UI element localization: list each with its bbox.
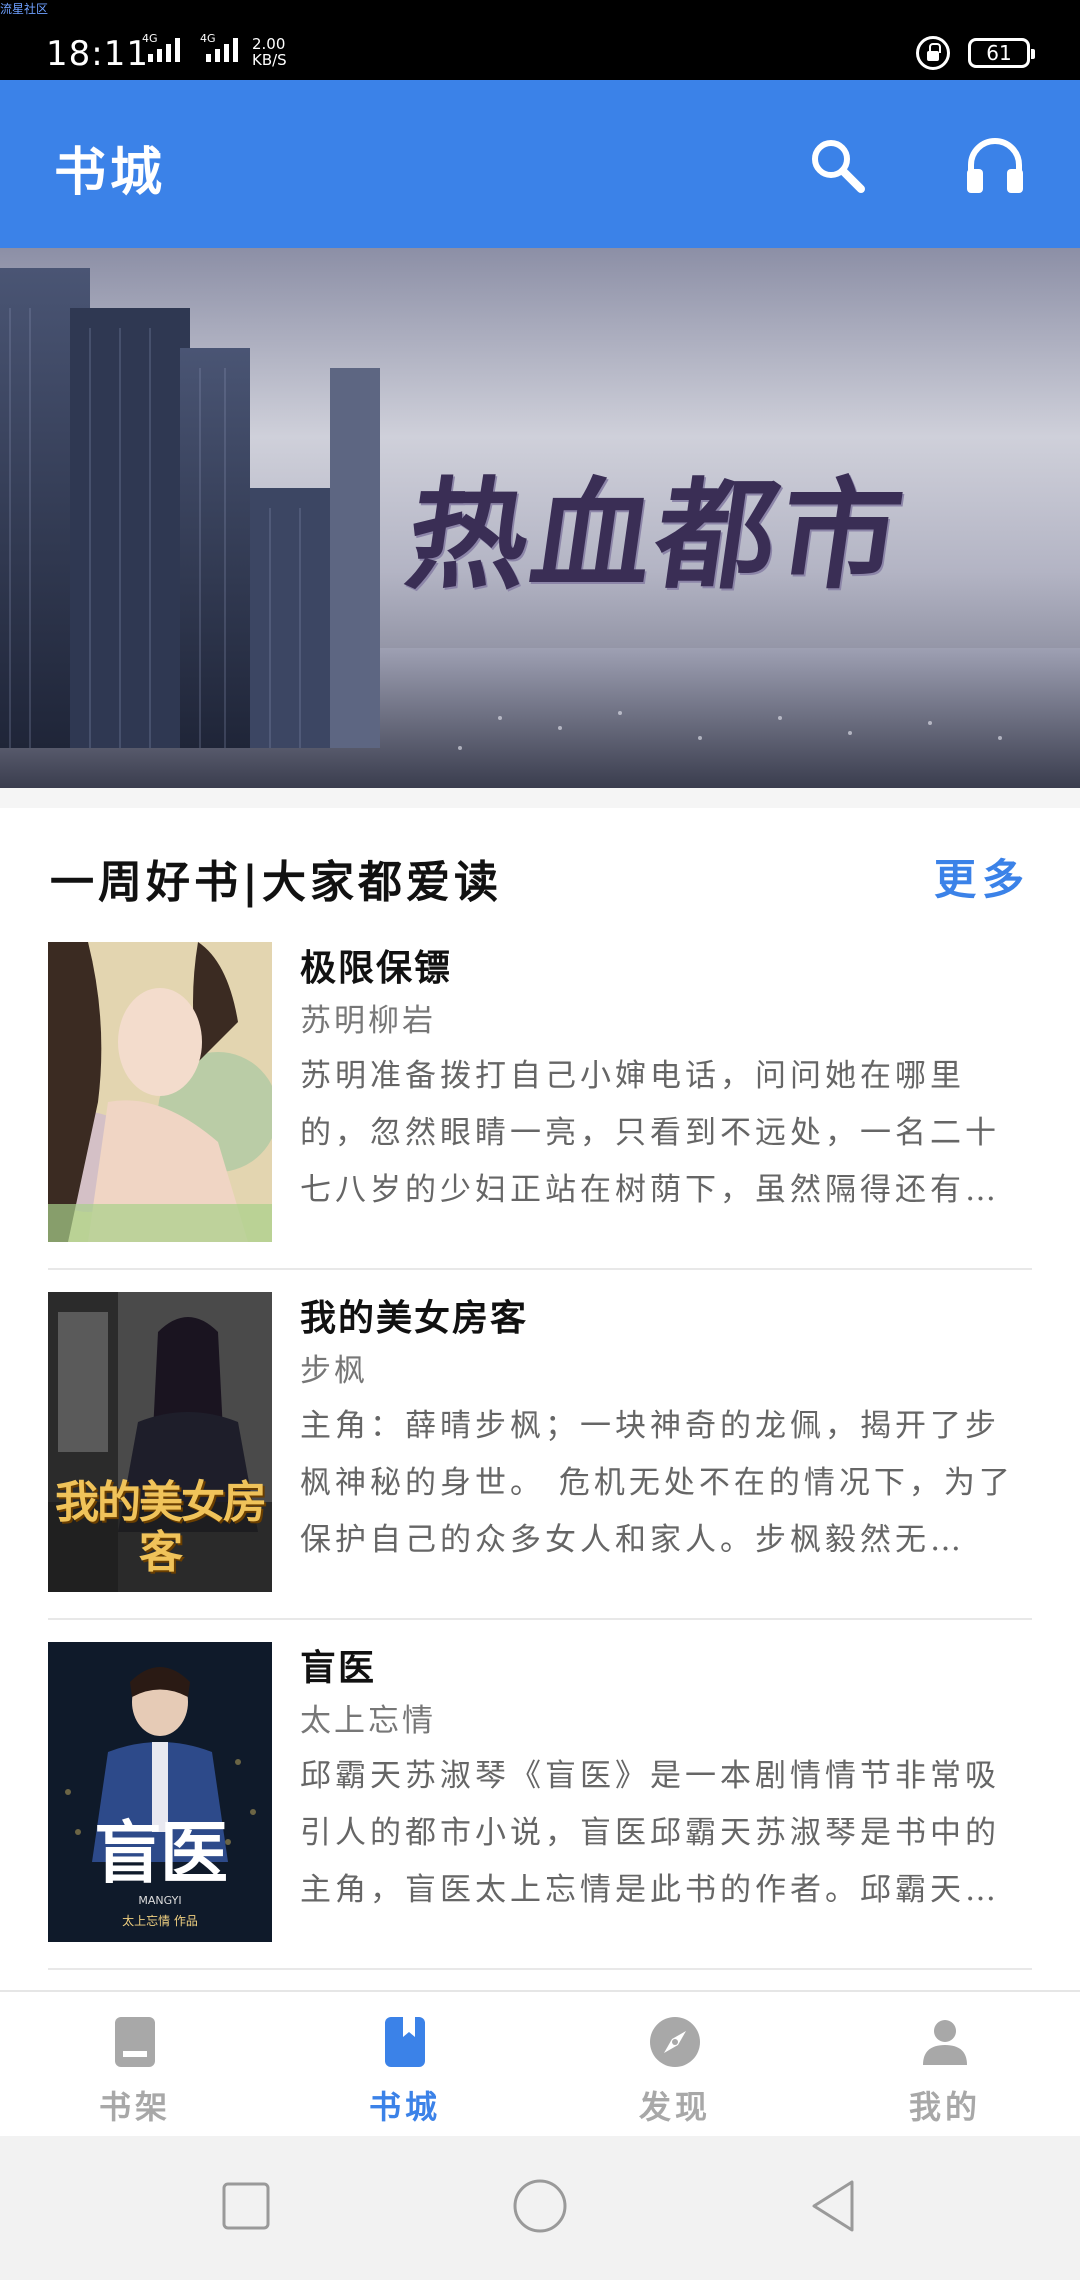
book-description: 邱霸天苏淑琴《盲医》是一本剧情情节非常吸引人的都市小说，盲医邱霸天苏淑琴是书中的… bbox=[300, 1758, 1000, 1908]
network-speed-unit: KB/S bbox=[252, 51, 287, 69]
book-cover-title: 盲医 bbox=[93, 1814, 228, 1894]
book-author: 苏明柳岩 bbox=[300, 1003, 436, 1039]
book-info: 我的美女房客 步枫 主角：薛晴步枫；一块神奇的龙佩，揭开了步枫神秘的身世。 危机… bbox=[300, 1292, 1032, 1569]
rotation-lock-icon bbox=[916, 36, 950, 70]
person-icon bbox=[923, 2020, 967, 2065]
book-author: 太上忘情 bbox=[300, 1703, 436, 1739]
tab-bookshelf[interactable]: 书架 bbox=[0, 1992, 270, 2136]
recents-button[interactable] bbox=[216, 2176, 276, 2236]
book-cover-image bbox=[48, 942, 272, 1242]
book-author: 步枫 bbox=[300, 1353, 368, 1389]
bottom-tab-bar: 书架 书城 发现 我的 bbox=[0, 1990, 1080, 2136]
tab-label: 发现 bbox=[638, 2088, 711, 2126]
status-bar: 流星社区 18:11 4G 4G 2.00 KB/S 61 bbox=[0, 0, 1080, 80]
compass-icon bbox=[650, 2017, 700, 2067]
home-button[interactable] bbox=[510, 2176, 570, 2236]
bookshelf-icon bbox=[115, 2017, 155, 2067]
section-header: 一周好书|大家都爱读 更多 bbox=[50, 836, 1030, 908]
weekly-recommendations: 一周好书|大家都爱读 更多 极限保镖 苏明柳岩 苏明准备拨打自己小婶电话，问问她… bbox=[0, 808, 1080, 1990]
book-title: 我的美女房客 bbox=[300, 1297, 529, 1339]
book-cover: 盲医 MANGYI 太上忘情 作品 bbox=[48, 1642, 272, 1942]
search-button[interactable] bbox=[802, 130, 872, 200]
book-cover bbox=[48, 942, 272, 1242]
tab-profile[interactable]: 我的 bbox=[810, 1992, 1080, 2136]
book-item[interactable]: 盲医 MANGYI 太上忘情 作品 盲医 太上忘情 邱霸天苏淑琴《盲医》是一本剧… bbox=[48, 1620, 1032, 1970]
status-right: 61 bbox=[916, 36, 1035, 70]
network-speed-value: 2.00 bbox=[252, 35, 286, 53]
book-item[interactable]: 我的美女房客 我的美女房客 步枫 主角：薛晴步枫；一块神奇的龙佩，揭开了步枫神秘… bbox=[48, 1270, 1032, 1620]
audiobook-button[interactable] bbox=[960, 130, 1030, 200]
book-info: 极限保镖 苏明柳岩 苏明准备拨打自己小婶电话，问问她在哪里的，忽然眼睛一亮，只看… bbox=[300, 942, 1032, 1219]
circle-icon bbox=[513, 2179, 567, 2233]
tab-label: 书架 bbox=[98, 2088, 171, 2126]
signal-icon-2: 4G bbox=[200, 32, 238, 62]
tab-label: 书城 bbox=[368, 2088, 441, 2126]
signal-icon-1: 4G bbox=[142, 32, 180, 62]
book-cover-title: 我的美女房客 bbox=[55, 1477, 267, 1578]
book-title: 极限保镖 bbox=[300, 947, 453, 989]
page-title: 书城 bbox=[54, 142, 167, 203]
battery-level: 61 bbox=[986, 41, 1012, 65]
status-watermark: 流星社区 bbox=[0, 2, 49, 16]
back-button[interactable] bbox=[804, 2176, 864, 2236]
book-description: 主角：薛晴步枫；一块神奇的龙佩，揭开了步枫神秘的身世。 危机无处不在的情况下，为… bbox=[300, 1408, 1014, 1558]
book-description: 苏明准备拨打自己小婶电话，问问她在哪里的，忽然眼睛一亮，只看到不远处，一名二十七… bbox=[300, 1058, 1000, 1208]
banner-title: 热血都市 bbox=[398, 465, 915, 606]
book-info: 盲医 太上忘情 邱霸天苏淑琴《盲医》是一本剧情情节非常吸引人的都市小说，盲医邱霸… bbox=[300, 1642, 1032, 1919]
network-type-2: 4G bbox=[200, 32, 216, 45]
search-icon bbox=[812, 140, 865, 193]
triangle-back-icon bbox=[812, 2180, 854, 2232]
network-type-1: 4G bbox=[142, 32, 158, 45]
book-cover-subtitle: MANGYI bbox=[138, 1894, 182, 1907]
book-cover: 我的美女房客 bbox=[48, 1292, 272, 1592]
app-bar: 书城 bbox=[0, 80, 1080, 248]
book-item[interactable]: 极限保镖 苏明柳岩 苏明准备拨打自己小婶电话，问问她在哪里的，忽然眼睛一亮，只看… bbox=[48, 920, 1032, 1270]
system-navigation-bar bbox=[0, 2136, 1080, 2280]
section-title: 一周好书|大家都爱读 bbox=[50, 857, 503, 908]
more-link[interactable]: 更多 bbox=[934, 846, 1030, 907]
book-cover-author: 太上忘情 作品 bbox=[122, 1914, 198, 1928]
tab-discover[interactable]: 发现 bbox=[540, 1992, 810, 2136]
bookstore-icon bbox=[385, 2017, 425, 2067]
battery-icon: 61 bbox=[968, 38, 1035, 68]
tab-label: 我的 bbox=[908, 2088, 981, 2126]
network-speed: 2.00 KB/S bbox=[252, 36, 287, 68]
status-time: 18:11 bbox=[46, 34, 149, 74]
headphones-icon bbox=[967, 138, 1023, 193]
square-icon bbox=[222, 2182, 270, 2230]
signal-indicators: 4G 4G bbox=[142, 32, 238, 62]
book-title: 盲医 bbox=[300, 1647, 377, 1689]
tab-bookstore[interactable]: 书城 bbox=[270, 1992, 540, 2136]
promo-banner[interactable]: 热血都市 bbox=[0, 248, 1080, 788]
